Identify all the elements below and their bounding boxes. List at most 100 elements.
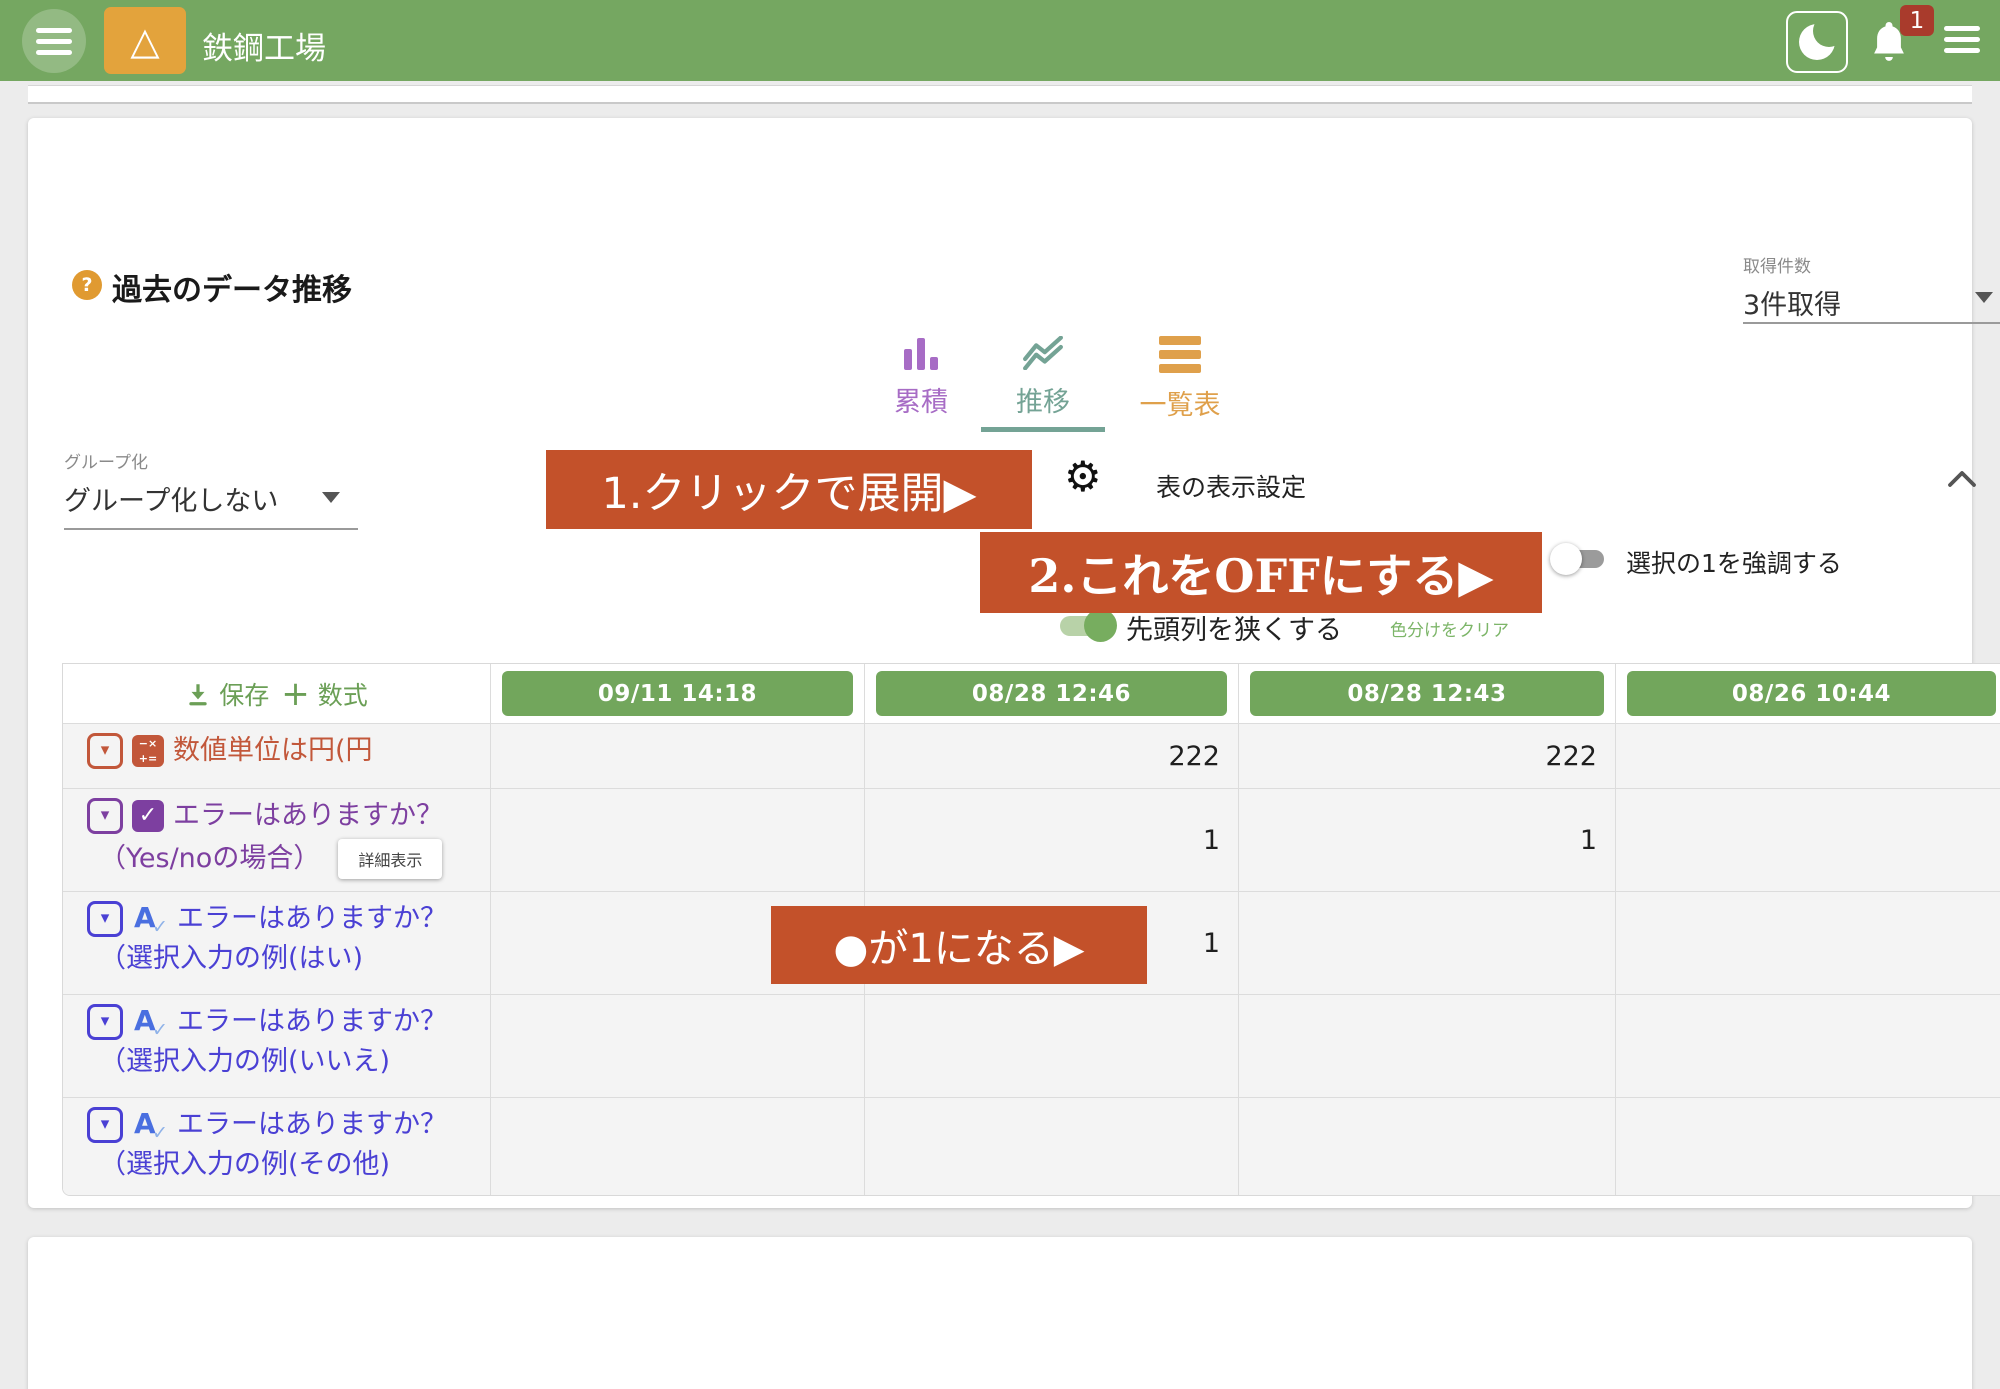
table-cell bbox=[1616, 789, 2000, 892]
menu-icon bbox=[1944, 26, 1980, 53]
row-label: エラーはありますか？ （選択入力の例(いいえ) bbox=[63, 995, 491, 1098]
row-subtitle: （選択入力の例(はい) bbox=[99, 942, 363, 976]
tab-label: 一覧表 bbox=[1140, 383, 1221, 422]
table-cell bbox=[491, 789, 865, 892]
text-select-icon bbox=[132, 1005, 168, 1039]
triangle-logo-icon bbox=[130, 22, 159, 60]
row-dropdown-icon[interactable] bbox=[87, 798, 123, 834]
fetch-count-select[interactable]: 取得件数 3件取得 bbox=[1743, 252, 2000, 324]
highlight-selected-label: 選択の1を強調する bbox=[1626, 544, 1842, 580]
row-title: エラーはありますか？ bbox=[177, 1005, 447, 1039]
table-cell bbox=[1616, 724, 2000, 789]
narrow-first-column-label: 先頭列を狭くする bbox=[1126, 608, 1342, 647]
row-dropdown-icon[interactable] bbox=[87, 901, 123, 937]
toggle-thumb bbox=[1550, 543, 1582, 575]
fetch-count-value: 3件取得 bbox=[1743, 283, 2000, 322]
table-cell bbox=[491, 724, 865, 789]
clear-colors-link[interactable]: 色分けをクリア bbox=[1390, 616, 1509, 641]
column-header: 08/28 12:43 bbox=[1239, 664, 1616, 724]
tab-trend[interactable]: 推移 bbox=[981, 336, 1105, 419]
table-cell bbox=[1616, 995, 2000, 1098]
row-subtitle: （選択入力の例(いいえ) bbox=[99, 1045, 390, 1079]
help-icon[interactable] bbox=[72, 270, 102, 300]
row-title: エラーはありますか？ bbox=[177, 902, 447, 936]
active-tab-indicator bbox=[981, 427, 1105, 432]
table-cell bbox=[491, 995, 865, 1098]
app-logo[interactable] bbox=[104, 7, 186, 74]
table-cell bbox=[865, 1098, 1239, 1195]
table-cell bbox=[491, 1098, 865, 1195]
date-column-button[interactable]: 08/28 12:43 bbox=[1250, 671, 1604, 716]
table-cell bbox=[1239, 892, 1616, 995]
grouping-select[interactable]: グループ化 グループ化しない bbox=[64, 448, 358, 530]
row-label: 数値単位は円(円 bbox=[63, 724, 491, 789]
fetch-count-label: 取得件数 bbox=[1743, 252, 2000, 277]
column-header: 09/11 14:18 bbox=[491, 664, 865, 724]
date-column-button[interactable]: 08/28 12:46 bbox=[876, 671, 1227, 716]
row-dropdown-icon[interactable] bbox=[87, 1107, 123, 1143]
table-cell bbox=[865, 995, 1239, 1098]
row-label: エラーはありますか？ （Yes/noの場合） 詳細表示 bbox=[63, 789, 491, 892]
previous-card-edge bbox=[28, 85, 1972, 104]
formula-label: 数式 bbox=[318, 676, 368, 712]
grouping-value: グループ化しない bbox=[64, 479, 358, 518]
sidebar-menu-button[interactable] bbox=[22, 9, 86, 73]
row-dropdown-icon[interactable] bbox=[87, 1004, 123, 1040]
collapse-settings-button[interactable] bbox=[1946, 470, 1978, 492]
row-subtitle: （選択入力の例(その他) bbox=[99, 1148, 390, 1182]
chevron-up-icon bbox=[1946, 470, 1978, 488]
row-title: 数値単位は円(円 bbox=[173, 734, 373, 768]
detail-view-button[interactable]: 詳細表示 bbox=[338, 839, 442, 879]
table-cell bbox=[1616, 892, 2000, 995]
overflow-menu-button[interactable] bbox=[1944, 26, 1980, 53]
formula-button[interactable]: + 数式 bbox=[281, 676, 368, 712]
annotation-step3: ●が1になる▶ bbox=[771, 906, 1147, 984]
narrow-first-column-toggle[interactable] bbox=[1058, 608, 1120, 642]
dropdown-arrow-icon bbox=[1975, 292, 1993, 303]
annotation-step1: 1.クリックで展開▶ bbox=[546, 450, 1032, 529]
page: 鉄鋼工場 1 過去のデータ推移 取得件数 3件取得 累積 bbox=[0, 0, 2000, 1389]
tab-cumulative[interactable]: 累積 bbox=[871, 336, 971, 419]
table-settings-title: 表の表示設定 bbox=[1156, 468, 1306, 504]
list-icon bbox=[1159, 336, 1201, 373]
table-cell: 222 bbox=[865, 724, 1239, 789]
table-cell bbox=[1616, 1098, 2000, 1195]
tab-label: 推移 bbox=[1016, 380, 1070, 419]
hamburger-icon bbox=[36, 28, 72, 55]
table-cell bbox=[1239, 995, 1616, 1098]
row-label: エラーはありますか？ （選択入力の例(はい) bbox=[63, 892, 491, 995]
row-title: エラーはありますか？ bbox=[177, 1108, 447, 1142]
annotation-step2: 2.これをOFFにする▶ bbox=[980, 532, 1542, 613]
history-panel: 過去のデータ推移 取得件数 3件取得 累積 推移 一覧表 グループ化 bbox=[28, 118, 1972, 1208]
download-icon bbox=[185, 681, 211, 707]
dark-mode-button[interactable] bbox=[1786, 11, 1848, 73]
panel-title: 過去のデータ推移 bbox=[112, 265, 352, 309]
line-chart-icon bbox=[1019, 336, 1067, 370]
table-cell: 222 bbox=[1239, 724, 1616, 789]
column-header: 08/28 12:46 bbox=[865, 664, 1239, 724]
toggle-thumb bbox=[1084, 609, 1117, 642]
select-underline bbox=[64, 528, 358, 530]
table-cell: 1 bbox=[865, 789, 1239, 892]
highlight-selected-toggle[interactable] bbox=[1550, 543, 1612, 575]
date-column-button[interactable]: 08/26 10:44 bbox=[1627, 671, 1996, 716]
app-title: 鉄鋼工場 bbox=[202, 23, 326, 68]
gear-icon[interactable] bbox=[1064, 456, 1102, 498]
save-button[interactable]: 保存 bbox=[185, 676, 269, 712]
notification-badge: 1 bbox=[1900, 5, 1934, 36]
tab-list[interactable]: 一覧表 bbox=[1115, 336, 1245, 422]
grouping-label: グループ化 bbox=[64, 448, 358, 473]
text-select-icon bbox=[132, 902, 168, 936]
tab-label: 累積 bbox=[894, 380, 948, 419]
table-cell: 1 bbox=[1239, 789, 1616, 892]
checkbox-icon bbox=[132, 800, 164, 832]
bar-chart-icon bbox=[904, 336, 938, 370]
tags-panel: レポートにセットされたタグ bbox=[28, 1237, 1972, 1389]
date-column-button[interactable]: 09/11 14:18 bbox=[502, 671, 853, 716]
row-dropdown-icon[interactable] bbox=[87, 733, 123, 769]
table-cell bbox=[1239, 1098, 1616, 1195]
moon-icon bbox=[1799, 24, 1835, 60]
row-label: エラーはありますか？ （選択入力の例(その他) bbox=[63, 1098, 491, 1195]
calculator-icon bbox=[132, 735, 164, 767]
save-label: 保存 bbox=[219, 676, 269, 712]
